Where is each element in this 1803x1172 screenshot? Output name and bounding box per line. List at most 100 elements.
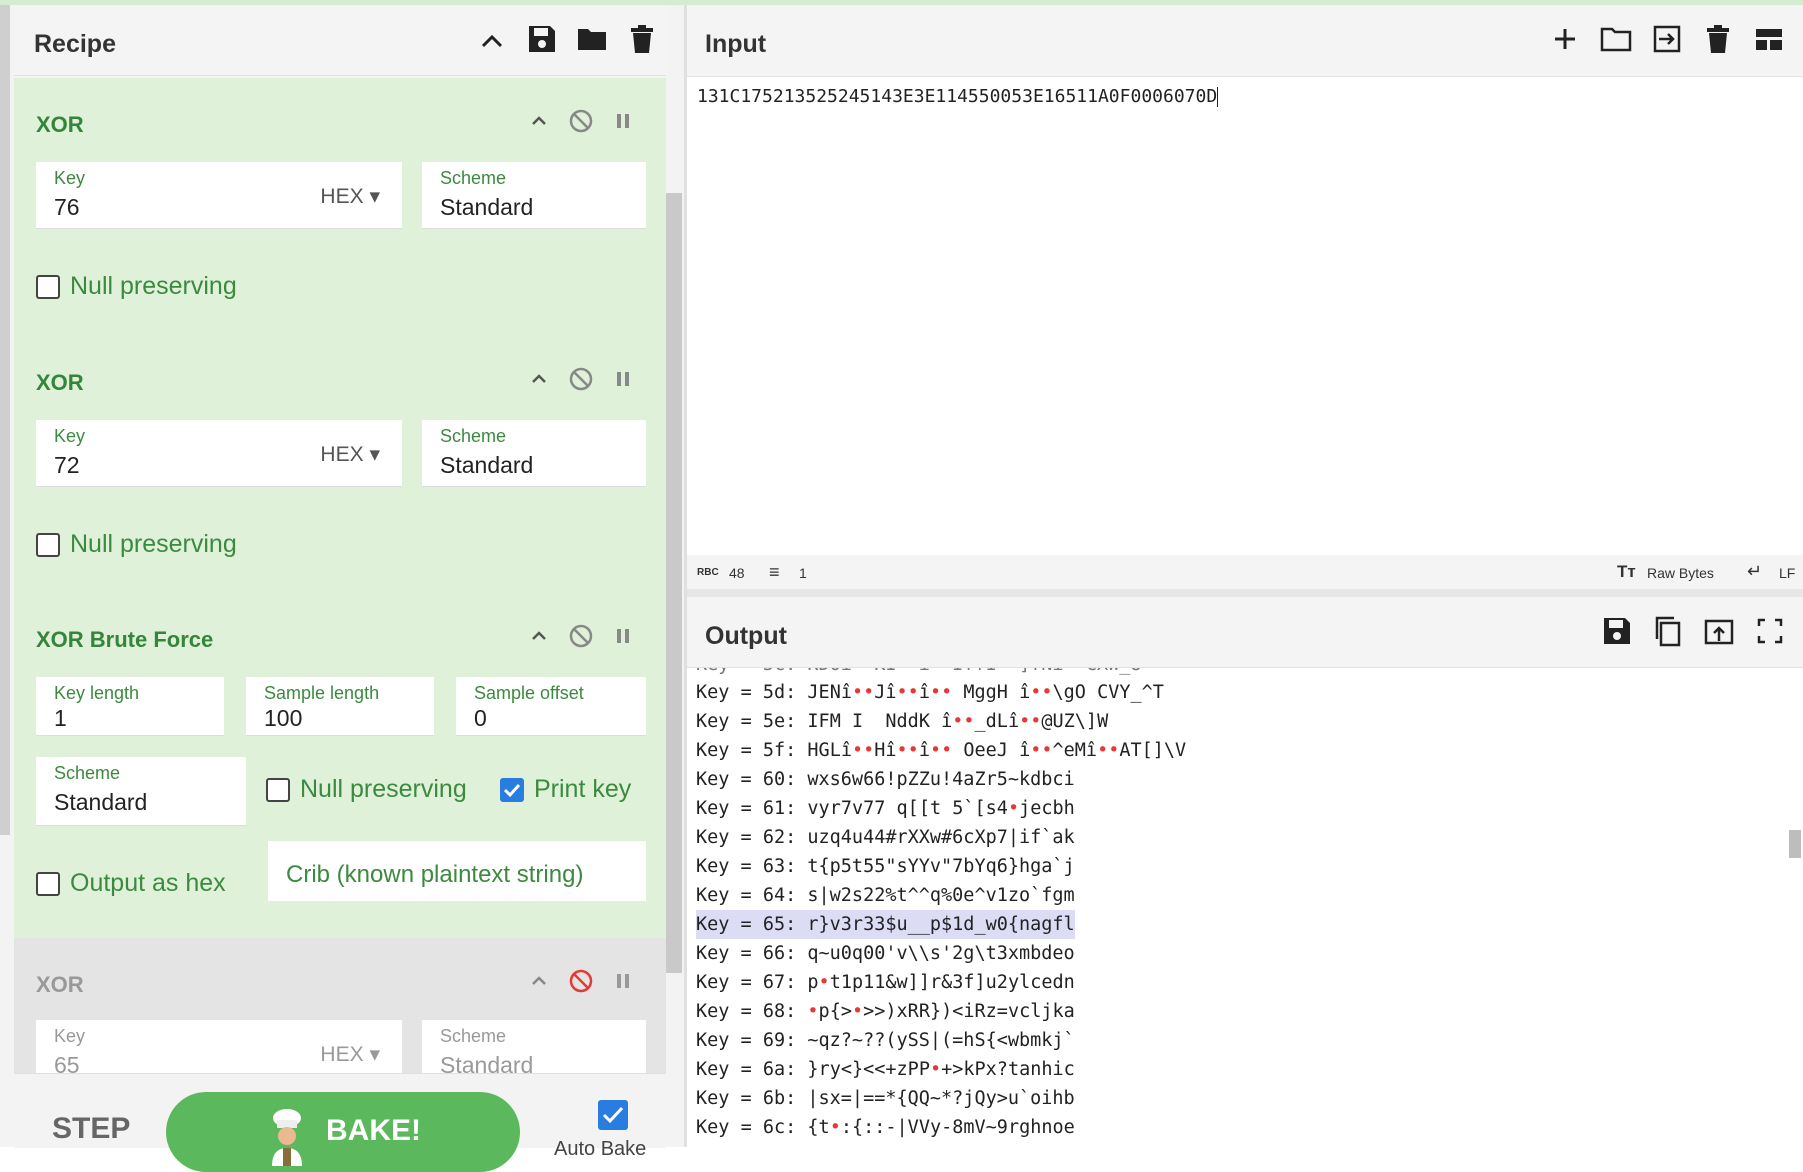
save-output-icon[interactable]: [1601, 615, 1633, 647]
key-length-field[interactable]: Key length 1: [36, 677, 224, 736]
key-label: Key: [54, 1026, 86, 1046]
io-divider[interactable]: [687, 589, 1803, 597]
null-preserving-checkbox[interactable]: Null preserving: [36, 530, 237, 559]
eol-icon[interactable]: ↵: [1747, 561, 1762, 582]
reset-layout-icon[interactable]: [1753, 23, 1785, 55]
clear-recipe-icon[interactable]: [626, 23, 658, 55]
null-preserving-label: Null preserving: [70, 272, 237, 300]
disable-operation-icon-active[interactable]: [566, 966, 596, 996]
key-format-dropdown[interactable]: HEX ▾: [320, 442, 380, 467]
output-row: Key = 66: q~u0q00'v\\s'2g\t3xmbdeo: [696, 943, 1075, 964]
sample-length-label: Sample length: [264, 683, 380, 703]
special-char-dot: •: [1007, 798, 1020, 819]
output-title: Output: [705, 622, 787, 650]
output-row: Key = 67: p•t1p11&w]]r&3f]u2ylcedn: [696, 972, 1075, 993]
special-char-dot: •: [851, 740, 864, 761]
save-recipe-icon[interactable]: [526, 23, 558, 55]
input-encoding[interactable]: Raw Bytes: [1647, 565, 1714, 581]
add-tab-icon[interactable]: [1549, 23, 1581, 55]
output-as-hex-checkbox[interactable]: Output as hex: [36, 869, 226, 898]
key-field[interactable]: Key 65 HEX ▾: [36, 1020, 402, 1073]
operation-xor-2: XOR Key 72 HEX ▾ Scheme Standard Null pr…: [14, 336, 666, 594]
output-scrollbar-thumb[interactable]: [1789, 830, 1801, 858]
caret-down-icon: ▾: [369, 185, 380, 208]
key-format-dropdown[interactable]: HEX ▾: [320, 1042, 380, 1067]
key-length-label: Key length: [54, 683, 140, 703]
key-format-dropdown[interactable]: HEX ▾: [320, 184, 380, 209]
input-header: Input: [687, 5, 1803, 77]
clear-input-icon[interactable]: [1702, 23, 1734, 55]
bake-label: BAKE!: [326, 1114, 421, 1147]
sample-length-field[interactable]: Sample length 100: [246, 677, 434, 736]
special-char-dot: •: [941, 682, 953, 703]
input-lines: 1: [799, 565, 807, 581]
key-label: Key: [54, 168, 86, 188]
checkbox-box[interactable]: [36, 532, 60, 557]
disable-operation-icon[interactable]: [566, 106, 596, 136]
text-encoding-icon[interactable]: Tт: [1617, 562, 1636, 582]
disable-operation-icon[interactable]: [566, 364, 596, 394]
operation-title: XOR: [36, 370, 84, 395]
scheme-field[interactable]: Scheme Standard: [422, 162, 646, 229]
recipe-title: Recipe: [34, 30, 116, 58]
print-key-checkbox[interactable]: Print key: [500, 775, 631, 804]
recipe-scrollbar[interactable]: [666, 193, 682, 973]
special-char-dot: •: [929, 682, 942, 703]
special-char-dot: •: [1097, 740, 1109, 761]
null-preserving-label: Null preserving: [70, 530, 237, 558]
scheme-value: Standard: [54, 789, 148, 815]
output-header: Output: [687, 597, 1803, 668]
output-row: Key = 60: wxs6w66!pZZu!4aZr5~kdbci: [696, 769, 1075, 790]
breakpoint-icon[interactable]: [608, 621, 638, 651]
operations-panel-edge: [0, 5, 10, 835]
breakpoint-icon[interactable]: [608, 106, 638, 136]
replace-input-icon[interactable]: [1703, 615, 1735, 647]
sample-offset-field[interactable]: Sample offset 0: [456, 677, 646, 736]
breakpoint-icon[interactable]: [608, 966, 638, 996]
auto-bake-checkbox[interactable]: [598, 1100, 628, 1130]
input-eol[interactable]: LF: [1779, 565, 1795, 581]
null-preserving-checkbox[interactable]: Null preserving: [36, 272, 237, 301]
caret-down-icon: ▾: [369, 1043, 380, 1066]
operation-title: XOR: [36, 112, 84, 137]
crib-input[interactable]: Crib (known plaintext string): [268, 841, 646, 901]
checkbox-checked[interactable]: [500, 777, 524, 802]
key-value: 65: [54, 1052, 80, 1073]
bake-button[interactable]: BAKE!: [166, 1092, 520, 1172]
collapse-operation-icon[interactable]: [524, 966, 554, 996]
key-format-label: HEX: [320, 185, 364, 208]
open-folder-icon[interactable]: [1600, 23, 1632, 55]
output-row: Key = 6b: |sx=|==*{QQ~*?jQy>u`oihb: [696, 1088, 1075, 1109]
crib-placeholder: Crib (known plaintext string): [286, 861, 584, 888]
breakpoint-icon[interactable]: [608, 364, 638, 394]
open-file-icon[interactable]: [1651, 23, 1683, 55]
step-button[interactable]: STEP: [52, 1112, 130, 1146]
collapse-all-icon[interactable]: [476, 25, 508, 57]
chef-icon: [272, 1109, 302, 1166]
disable-operation-icon[interactable]: [566, 621, 596, 651]
collapse-operation-icon[interactable]: [524, 106, 554, 136]
scheme-field[interactable]: Scheme Standard: [422, 1020, 646, 1073]
copy-output-icon[interactable]: [1652, 615, 1684, 647]
caret-down-icon: ▾: [369, 443, 380, 466]
collapse-operation-icon[interactable]: [524, 621, 554, 651]
input-status-bar: RBC 48 ≡ 1 Tт Raw Bytes ↵ LF: [687, 555, 1803, 589]
operation-xor-disabled: XOR Key 65 HEX ▾ Scheme Standard: [14, 938, 666, 1073]
load-recipe-icon[interactable]: [576, 23, 608, 55]
key-field[interactable]: Key 76 HEX ▾: [36, 162, 402, 229]
output-row: Key = 5e: IFM I NddK î••_dLî••@UZ\]W: [696, 711, 1109, 732]
checkbox-box[interactable]: [36, 871, 60, 896]
output-textarea[interactable]: Key = 5c: KDOî KI î IffI ]fNî CXW_U Key …: [687, 668, 1787, 1147]
scheme-field[interactable]: Scheme Standard: [422, 420, 646, 487]
null-preserving-checkbox[interactable]: Null preserving: [266, 775, 467, 804]
operation-title: XOR: [36, 972, 84, 997]
output-row: Key = 6c: {t•:{::-|VVy-8mV~9rghnoe: [696, 1117, 1075, 1138]
maximize-output-icon[interactable]: [1754, 615, 1786, 647]
input-textarea[interactable]: 131C175213525245143E3E114550053E16511A0F…: [697, 86, 1219, 107]
collapse-operation-icon[interactable]: [524, 364, 554, 394]
checkbox-box[interactable]: [36, 274, 60, 299]
checkbox-box[interactable]: [266, 777, 290, 802]
scheme-field[interactable]: Scheme Standard: [36, 757, 246, 826]
special-char-dot: •: [1019, 711, 1031, 732]
key-field[interactable]: Key 72 HEX ▾: [36, 420, 402, 487]
